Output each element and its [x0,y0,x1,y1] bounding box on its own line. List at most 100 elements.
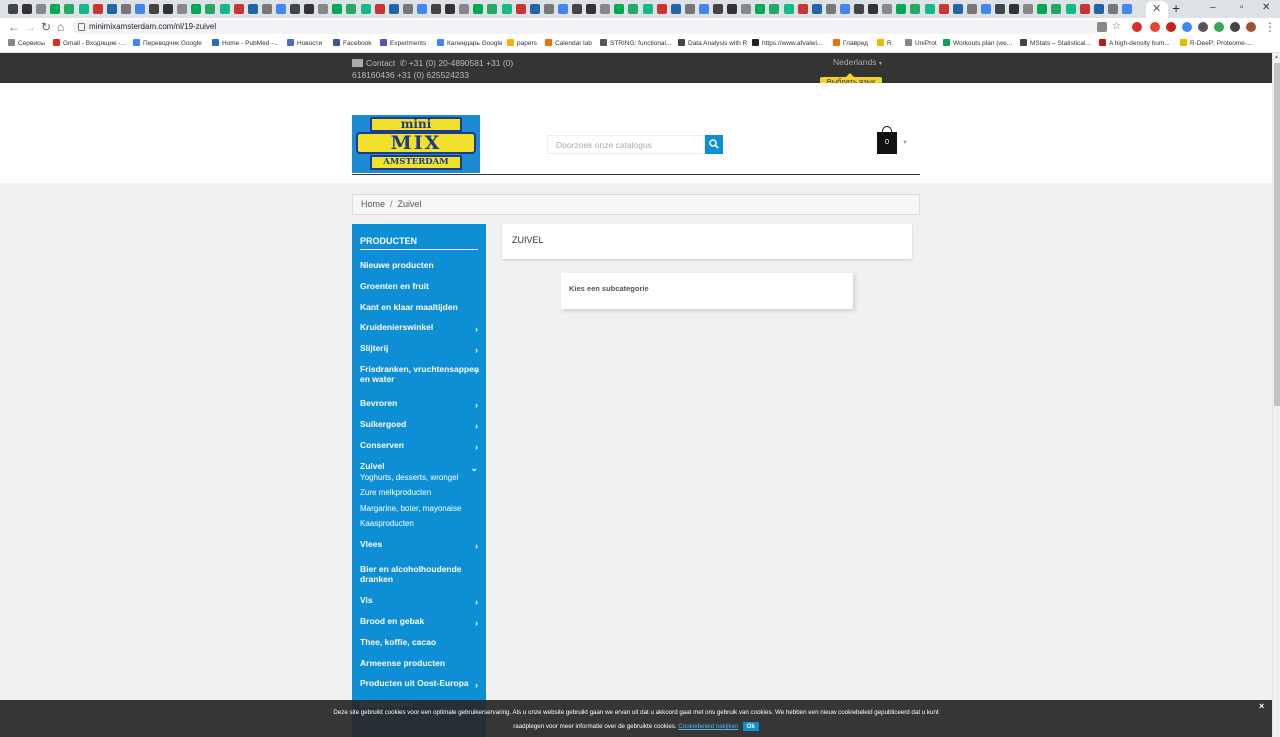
sidebar-subitem[interactable]: Margarine, boter, mayonaise [360,504,461,513]
chevron-right-icon[interactable]: › [475,366,478,376]
tab-favicon-icon[interactable] [952,4,963,14]
tab-favicon-icon[interactable] [304,4,315,14]
breadcrumb-home[interactable]: Home [361,199,385,209]
maximize-icon[interactable]: ▫ [1240,1,1244,15]
sidebar-item[interactable]: Zuivel ⌄ [360,461,480,473]
tab-favicon-icon[interactable] [515,4,526,14]
tab-favicon-icon[interactable] [388,4,399,14]
chevron-right-icon[interactable]: › [475,400,478,410]
bookmark-item[interactable]: Сервисы [8,38,45,50]
tab-favicon-icon[interactable] [473,4,484,14]
tab-favicon-icon[interactable] [106,4,117,14]
bookmark-item[interactable]: Facebook [333,38,372,50]
bookmark-item[interactable]: https://www.afvalwi... [752,38,822,50]
sidebar-item[interactable]: Producten uit Oost-Europa › [360,678,480,690]
window-close-icon[interactable]: ✕ [1262,1,1270,15]
bookmark-item[interactable]: UniProt [905,38,937,50]
tab-favicon-icon[interactable] [741,4,752,14]
tab-favicon-icon[interactable] [769,4,780,14]
bookmark-item[interactable]: Experiments [380,38,426,50]
tab-favicon-icon[interactable] [233,4,244,14]
search-input[interactable] [548,136,698,153]
sidebar-item[interactable]: Suikergoed › [360,419,480,431]
chevron-right-icon[interactable]: › [475,618,478,628]
breadcrumb-current[interactable]: Zuivel [398,199,422,209]
chevron-right-icon[interactable]: › [475,680,478,690]
sidebar-item[interactable]: Kruidenierswinkel › [360,322,480,334]
tab-favicon-icon[interactable] [529,4,540,14]
tab-favicon-icon[interactable] [1107,4,1118,14]
reload-icon[interactable]: ↻ [41,19,51,35]
new-tab-icon[interactable]: + [1172,0,1180,17]
tab-favicon-icon[interactable] [1121,4,1132,14]
tab-favicon-icon[interactable] [980,4,991,14]
bookmark-item[interactable]: Переводчик Google [133,38,202,50]
tab-favicon-icon[interactable] [854,4,864,14]
tab-favicon-icon[interactable] [459,4,470,14]
tab-favicon-icon[interactable] [868,4,879,14]
sidebar-item[interactable]: Brood en gebak › [360,616,480,628]
tab-favicon-icon[interactable] [8,4,18,14]
extension-icon[interactable] [1182,22,1192,32]
bookmark-item[interactable]: STRING: functional... [600,38,671,50]
tab-favicon-icon[interactable] [205,4,216,14]
tab-favicon-icon[interactable] [783,4,794,14]
chevron-right-icon[interactable]: › [475,345,478,355]
bookmark-item[interactable]: R [877,38,892,50]
extension-icon[interactable] [1214,22,1224,32]
search-button[interactable] [705,135,723,154]
tab-favicon-icon[interactable] [177,4,188,14]
chevron-down-icon[interactable]: ⌄ [470,463,478,473]
tab-favicon-icon[interactable] [755,4,766,14]
tab-favicon-icon[interactable] [431,4,441,14]
tab-favicon-icon[interactable] [797,4,808,14]
tab-favicon-icon[interactable] [1065,4,1076,14]
tab-favicon-icon[interactable] [995,4,1005,14]
tab-favicon-icon[interactable] [120,4,131,14]
bookmark-item[interactable]: Новости [287,38,322,50]
tab-favicon-icon[interactable] [247,4,258,14]
tab-favicon-icon[interactable] [698,4,709,14]
sidebar-item[interactable]: Groenten en fruit [360,281,480,291]
tab-favicon-icon[interactable] [501,4,512,14]
sidebar-item[interactable]: Conserven › [360,440,480,452]
chevron-right-icon[interactable]: › [475,597,478,607]
tab-favicon-icon[interactable] [1051,4,1062,14]
tab-favicon-icon[interactable] [882,4,893,14]
bookmark-item[interactable]: Gmail - Входящие -... [53,38,126,50]
tab-favicon-icon[interactable] [727,4,738,14]
minimize-icon[interactable]: – [1210,1,1216,15]
tab-favicon-icon[interactable] [402,4,413,14]
tab-favicon-icon[interactable] [374,4,385,14]
tab-favicon-icon[interactable] [134,4,145,14]
tab-favicon-icon[interactable] [487,4,498,14]
sidebar-subitem[interactable]: Zure melkproducten [360,488,431,497]
bookmark-star-icon[interactable]: ☆ [1112,19,1121,35]
tab-favicon-icon[interactable] [966,4,977,14]
extension-icon[interactable] [1198,22,1208,32]
tab-favicon-icon[interactable] [825,4,836,14]
tab-favicon-icon[interactable] [163,4,174,14]
tab-favicon-icon[interactable] [346,4,357,14]
sidebar-item[interactable]: Nieuwe producten [360,260,480,270]
tab-favicon-icon[interactable] [543,4,554,14]
chevron-right-icon[interactable]: › [475,442,478,452]
tab-favicon-icon[interactable] [938,4,949,14]
sidebar-item[interactable]: Armeense producten [360,658,480,668]
tab-favicon-icon[interactable] [50,4,61,14]
tab-favicon-icon[interactable] [290,4,300,14]
tab-favicon-icon[interactable] [275,4,286,14]
gmail-extension-icon[interactable] [1132,22,1142,32]
forward-icon[interactable]: → [24,19,36,35]
extension-icon[interactable] [1150,22,1160,32]
sidebar-item[interactable]: Bevroren › [360,398,480,410]
sidebar-item[interactable]: Vis › [360,595,480,607]
tab-close-icon[interactable]: ✕ [1152,1,1161,17]
tab-favicon-icon[interactable] [149,4,159,14]
tab-favicon-icon[interactable] [360,4,371,14]
sidebar-subitem[interactable]: Kaasproducten [360,519,414,528]
language-selector[interactable]: Nederlands ▾ [833,57,882,67]
tab-favicon-icon[interactable] [614,4,625,14]
back-icon[interactable]: ← [8,19,20,35]
tab-favicon-icon[interactable] [64,4,75,14]
